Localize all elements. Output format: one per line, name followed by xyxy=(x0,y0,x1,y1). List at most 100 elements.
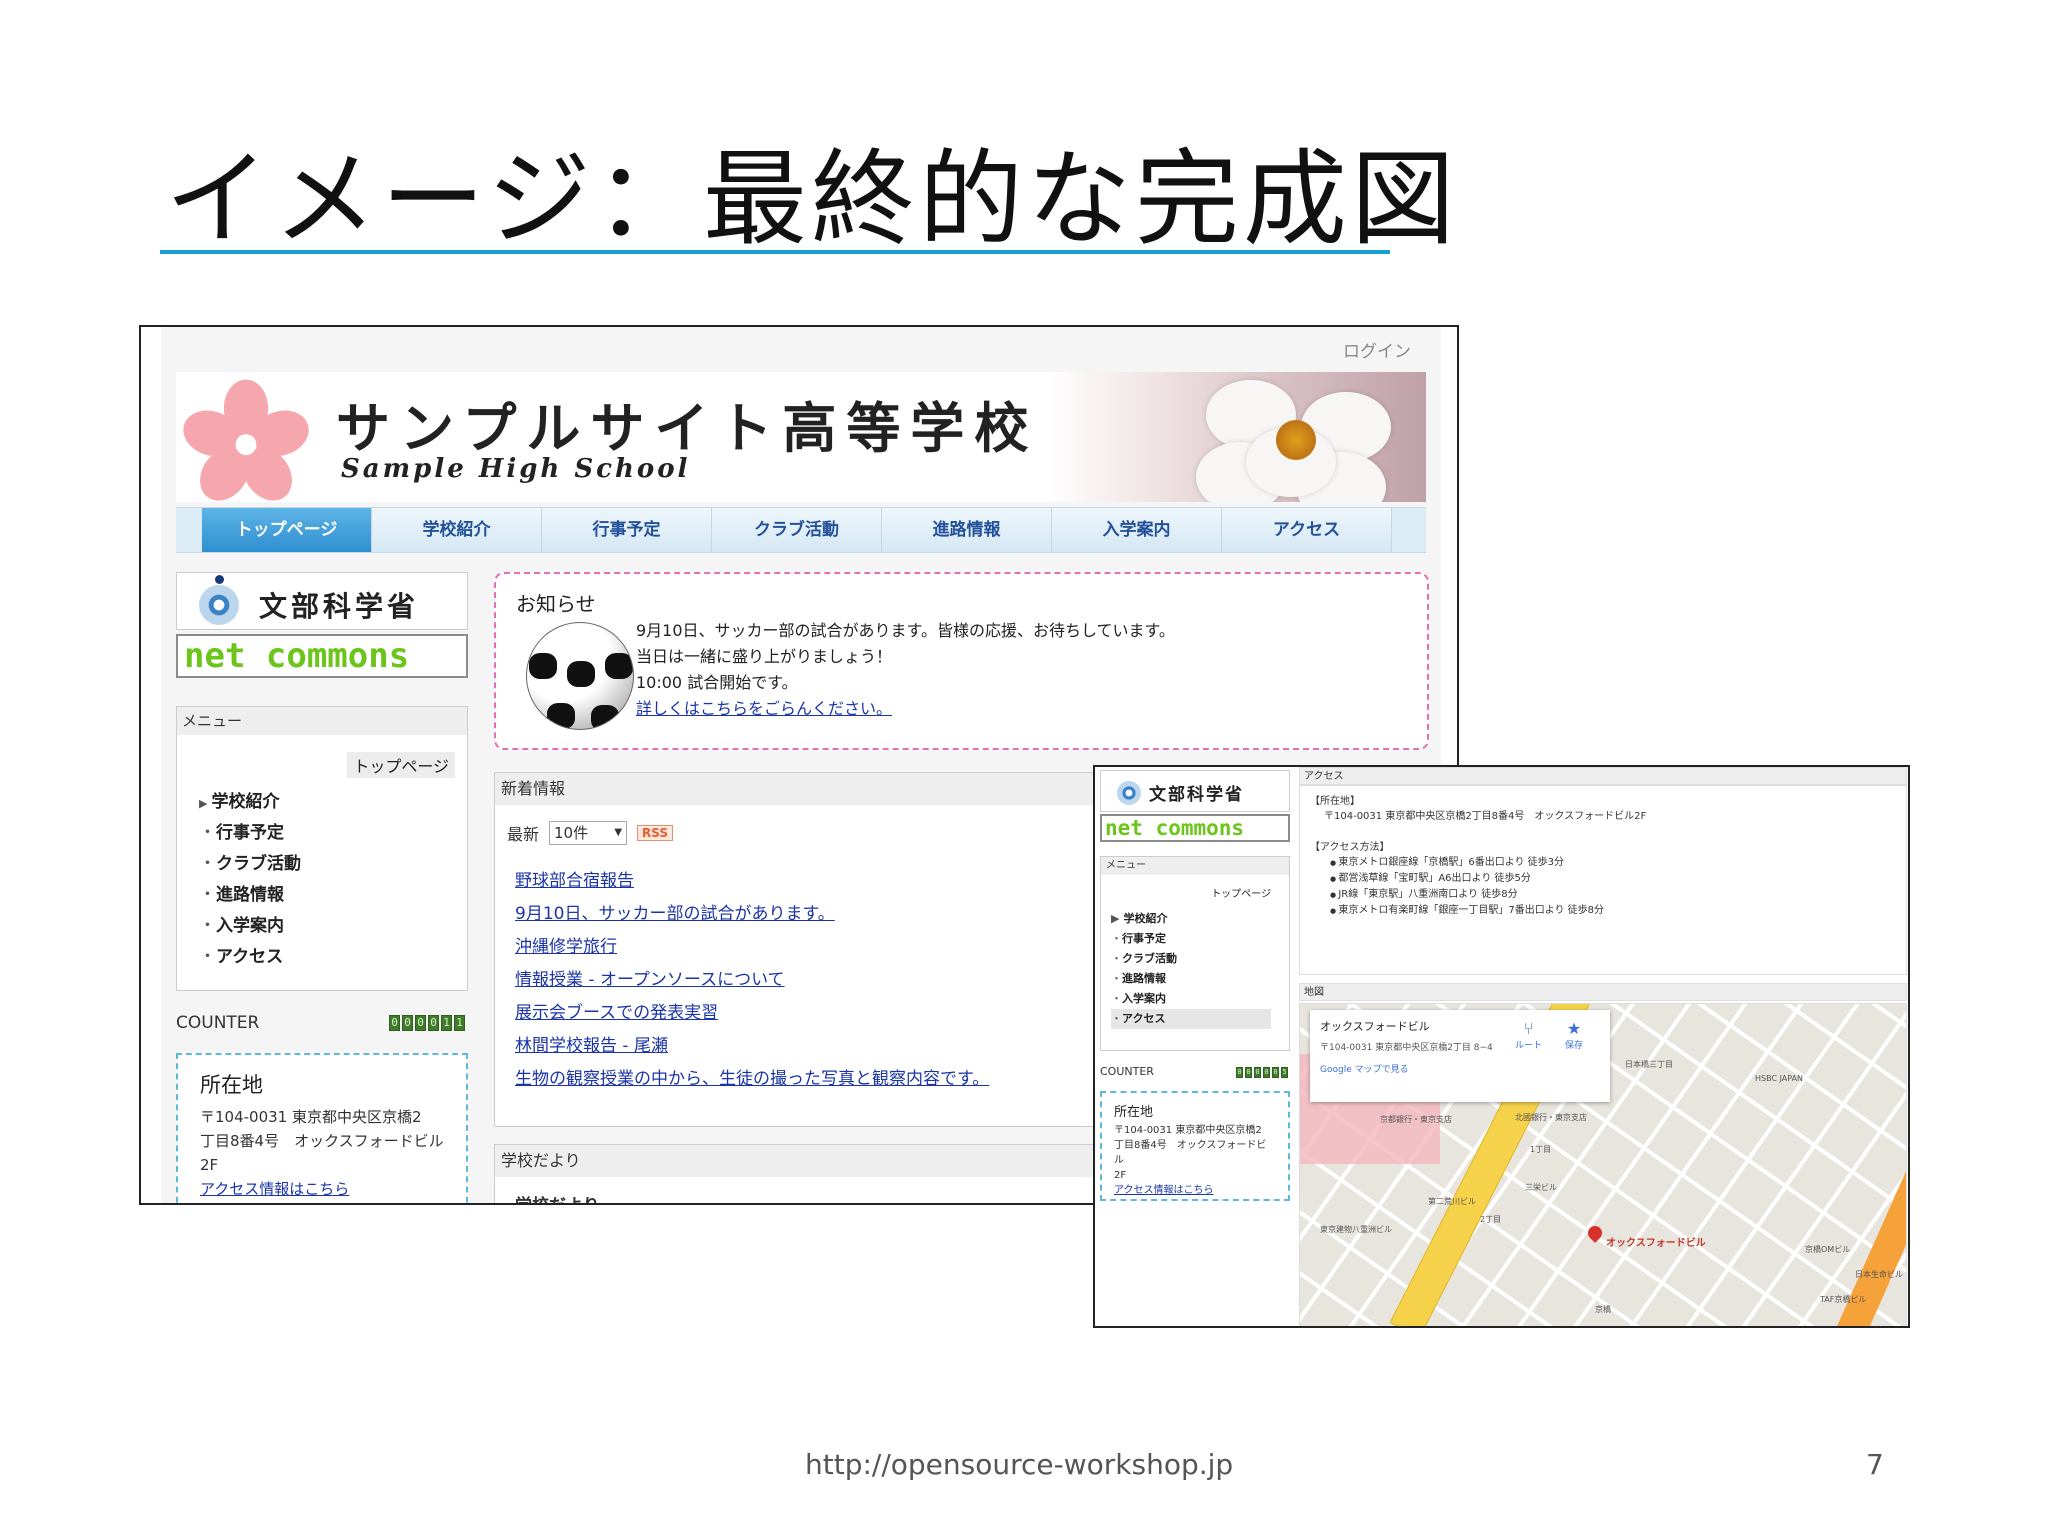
map-label: 1丁目 xyxy=(1530,1145,1552,1154)
address-value: 〒104-0031 東京都中央区京橋2丁目8番4号 オックスフォードビル2F xyxy=(1324,811,1647,822)
news-item-link[interactable]: 情報授業 - オープンソースについて xyxy=(515,970,785,990)
news-item-link[interactable]: 9月10日、サッカー部の試合があります。 xyxy=(515,904,835,924)
save-button[interactable]: ★ 保存 xyxy=(1565,1019,1583,1052)
mext-banner[interactable]: 文部科学省 xyxy=(1100,770,1290,812)
site-header: サンプルサイト高等学校 Sample High School xyxy=(176,372,1426,502)
school-name-english: Sample High School xyxy=(341,454,691,484)
netcommons-banner[interactable]: net commons xyxy=(1100,814,1290,842)
rss-icon[interactable]: RSS xyxy=(637,825,674,841)
access-details: 【所在地】 〒104-0031 東京都中央区京橋2丁目8番4号 オックスフォード… xyxy=(1299,785,1907,975)
news-item-link[interactable]: 野球部合宿報告 xyxy=(515,871,634,891)
cherry-blossom-photo xyxy=(1046,372,1426,502)
access-method-item: 東京メトロ有楽町線「銀座一丁目駅」7番出口より 徒歩8分 xyxy=(1330,903,1896,919)
menu-item-access[interactable]: アクセス xyxy=(1111,1009,1271,1029)
address-panel: 所在地 〒104-0031 東京都中央区京橋2 丁目8番4号 オックスフォードビ… xyxy=(176,1053,468,1203)
login-link[interactable]: ログイン xyxy=(1343,337,1411,362)
footer-url: http://opensource-workshop.jp xyxy=(805,1448,1234,1481)
menu-item-events[interactable]: 行事予定 xyxy=(1111,929,1271,949)
counter-digit: 5 xyxy=(1281,1067,1288,1078)
counter-digit: 0 xyxy=(1254,1067,1261,1078)
counter-digit: 0 xyxy=(428,1015,439,1031)
menu-item-clubs[interactable]: クラブ活動 xyxy=(199,849,301,880)
news-count-select[interactable]: 10件 xyxy=(549,821,628,845)
menu-top-page-link[interactable]: トップページ xyxy=(1205,884,1277,901)
menu-item-events[interactable]: 行事予定 xyxy=(199,818,301,849)
counter-digit: 0 xyxy=(402,1015,413,1031)
nav-top-page[interactable]: トップページ xyxy=(202,508,372,552)
global-nav: トップページ 学校紹介 行事予定 クラブ活動 進路情報 入学案内 アクセス xyxy=(176,507,1426,553)
access-info-link[interactable]: アクセス情報はこちら xyxy=(1114,1185,1214,1196)
counter-digit: 0 xyxy=(1272,1067,1279,1078)
menu-item-admissions[interactable]: 入学案内 xyxy=(199,911,301,942)
news-item-link[interactable]: 生物の観察授業の中から、生徒の撮った写真と観察内容です。 xyxy=(515,1069,989,1089)
google-maps-link[interactable]: Google マップで見る xyxy=(1320,1062,1600,1075)
news-item: 9月10日、サッカー部の試合があります。 xyxy=(515,898,989,931)
menu-item-career[interactable]: 進路情報 xyxy=(199,880,301,911)
map-label: 日本生命ビル xyxy=(1855,1270,1903,1279)
address-title: 所在地 xyxy=(200,1073,263,1097)
mext-banner[interactable]: 文部科学省 xyxy=(176,572,468,630)
menu-item-school-intro[interactable]: 学校紹介 xyxy=(199,787,301,818)
soccer-ball-icon xyxy=(526,622,634,730)
mext-logo-icon xyxy=(199,585,239,625)
nav-career[interactable]: 進路情報 xyxy=(882,508,1052,552)
notice-title: お知らせ xyxy=(516,592,596,616)
school-name: サンプルサイト高等学校 xyxy=(336,396,1039,460)
map-pin-icon[interactable] xyxy=(1585,1223,1605,1243)
nav-clubs[interactable]: クラブ活動 xyxy=(712,508,882,552)
route-button[interactable]: ⑂ ルート xyxy=(1515,1019,1543,1052)
counter-digit: 1 xyxy=(454,1015,465,1031)
menu-list: 学校紹介 行事予定 クラブ活動 進路情報 入学案内 アクセス xyxy=(199,787,301,973)
map-info-card: オックスフォードビル 〒104-0031 東京都中央区京橋2丁目 8−4 Goo… xyxy=(1310,1010,1610,1102)
access-method-item: 東京メトロ銀座線「京橋駅」6番出口より 徒歩3分 xyxy=(1330,855,1896,871)
notice-line: 9月10日、サッカー部の試合があります。皆様の応援、お待ちしています。 xyxy=(636,621,1175,640)
map-label: 京橋 xyxy=(1595,1305,1611,1314)
access-method-list: 東京メトロ銀座線「京橋駅」6番出口より 徒歩3分 都営浅草線「宝町駅」A6出口よ… xyxy=(1310,855,1896,919)
access-main-column: アクセス 【所在地】 〒104-0031 東京都中央区京橋2丁目8番4号 オック… xyxy=(1299,767,1907,1326)
route-label: ルート xyxy=(1515,1041,1543,1051)
slide: イメージ：最終的な完成図 ログイン サンプルサイト高等学校 Sample Hig… xyxy=(0,0,2048,1536)
nav-events[interactable]: 行事予定 xyxy=(542,508,712,552)
map-label: HSBC JAPAN xyxy=(1755,1074,1804,1083)
menu-item-clubs[interactable]: クラブ活動 xyxy=(1111,949,1271,969)
address-line: 2F xyxy=(200,1156,219,1174)
address-line: 丁目8番4号 オックスフォードビル xyxy=(1114,1140,1267,1166)
menu-item-admissions[interactable]: 入学案内 xyxy=(1111,989,1271,1009)
access-method-item: 都営浅草線「宝町駅」A6出口より 徒歩5分 xyxy=(1330,871,1896,887)
address-panel: 所在地 〒104-0031 東京都中央区京橋2 丁目8番4号 オックスフォードビ… xyxy=(1100,1091,1290,1201)
route-icon: ⑂ xyxy=(1523,1019,1534,1038)
news-item-link[interactable]: 沖縄修学旅行 xyxy=(515,937,617,957)
google-map[interactable]: 京都銀行・東京支店 北國銀行・東京支店 HSBC JAPAN 1丁目 2丁目 三… xyxy=(1299,1003,1907,1326)
notice-panel: お知らせ 9月10日、サッカー部の試合があります。皆様の応援、お待ちしています。… xyxy=(494,572,1429,750)
address-line: 2F xyxy=(1114,1170,1127,1181)
menu-item-access[interactable]: アクセス xyxy=(199,942,301,973)
netcommons-banner[interactable]: net commons xyxy=(176,634,468,678)
map-section: 地図 京都銀行・東京支店 北國銀行・東京支店 HSBC JAPAN 1丁目 2丁… xyxy=(1299,983,1907,1326)
news-item-link[interactable]: 林間学校報告 - 尾瀬 xyxy=(515,1036,668,1056)
page-number: 7 xyxy=(1866,1448,1884,1481)
nav-access[interactable]: アクセス xyxy=(1222,508,1392,552)
map-label: 2丁目 xyxy=(1480,1215,1502,1224)
map-label: 京都銀行・東京支店 xyxy=(1380,1115,1452,1124)
access-page-screenshot: 文部科学省 net commons メニュー トップページ 学校紹介 行事予定 … xyxy=(1093,765,1910,1328)
access-info-link[interactable]: アクセス情報はこちら xyxy=(200,1180,349,1198)
menu-item-school-intro[interactable]: 学校紹介 xyxy=(1111,909,1271,929)
address-line: 〒104-0031 東京都中央区京橋2 xyxy=(1114,1125,1262,1136)
menu-panel-title: メニュー xyxy=(177,707,467,735)
mext-banner-label: 文部科学省 xyxy=(259,590,420,623)
map-pin-label: オックスフォードビル xyxy=(1606,1238,1706,1249)
counter-digit: 0 xyxy=(415,1015,426,1031)
star-icon: ★ xyxy=(1566,1019,1582,1038)
news-item-link[interactable]: 展示会ブースでの発表実習 xyxy=(515,1003,718,1023)
counter-digits: 0 0 0 0 0 5 xyxy=(1236,1067,1288,1078)
nav-school-intro[interactable]: 学校紹介 xyxy=(372,508,542,552)
menu-panel-title: メニュー xyxy=(1101,857,1289,875)
menu-item-career[interactable]: 進路情報 xyxy=(1111,969,1271,989)
slide-title: イメージ：最終的な完成図 xyxy=(165,138,1459,260)
menu-list: 学校紹介 行事予定 クラブ活動 進路情報 入学案内 アクセス xyxy=(1111,909,1271,1029)
news-controls: 最新 10件 RSS xyxy=(507,821,674,845)
nav-admissions[interactable]: 入学案内 xyxy=(1052,508,1222,552)
menu-top-page-link[interactable]: トップページ xyxy=(347,752,455,778)
news-item: 生物の観察授業の中から、生徒の撮った写真と観察内容です。 xyxy=(515,1063,989,1096)
notice-details-link[interactable]: 詳しくはこちらをごらんください。 xyxy=(636,699,892,718)
